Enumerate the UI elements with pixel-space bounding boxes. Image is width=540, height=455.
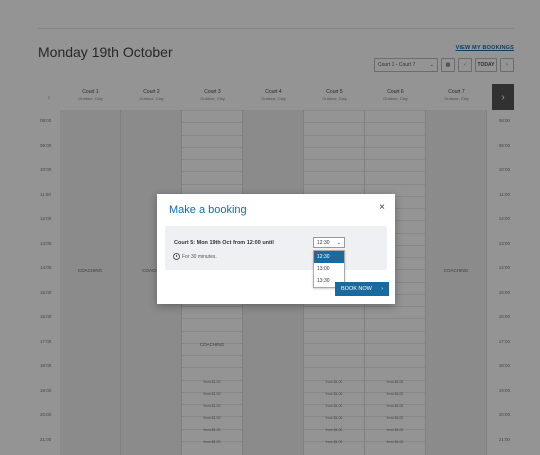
end-time-value: 12:30: [317, 239, 330, 246]
duration-row: For 30 minutes.: [173, 253, 217, 260]
end-time-select[interactable]: 12:30 ⌄: [313, 237, 345, 248]
time-option[interactable]: 13:00: [314, 263, 344, 275]
chevron-down-icon: ⌄: [336, 239, 341, 246]
close-icon[interactable]: ×: [379, 202, 385, 213]
chevron-right-icon: ›: [381, 286, 383, 292]
book-now-button[interactable]: BOOK NOW ›: [335, 282, 389, 296]
book-now-label: BOOK NOW: [341, 286, 372, 292]
duration-text: For 30 minutes.: [182, 253, 217, 260]
booking-summary: Court 5: Mon 19th Oct from 12:00 until: [174, 240, 274, 246]
booking-modal: Make a booking × Court 5: Mon 19th Oct f…: [157, 194, 395, 304]
clock-icon: [173, 253, 180, 260]
time-option[interactable]: 12:30: [314, 251, 344, 263]
booking-details-panel: Court 5: Mon 19th Oct from 12:00 until F…: [165, 226, 387, 288]
modal-title: Make a booking: [169, 204, 247, 216]
